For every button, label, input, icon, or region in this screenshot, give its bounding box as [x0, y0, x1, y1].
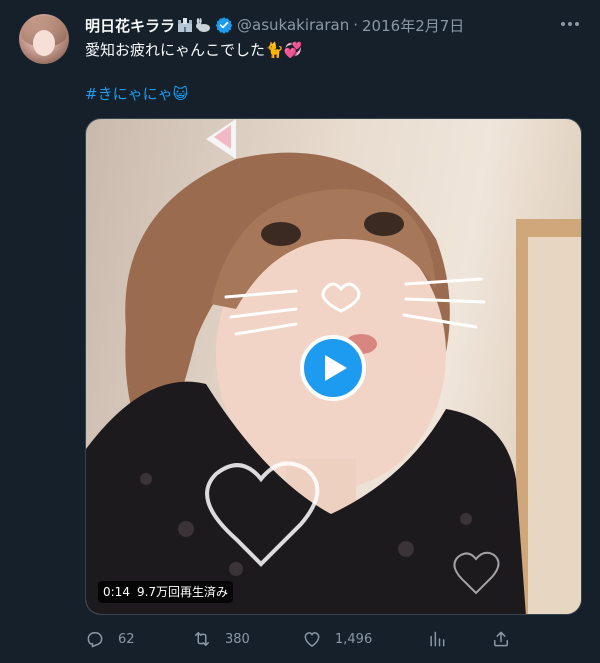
separator-dot: ·	[353, 16, 359, 34]
verified-icon	[215, 17, 233, 34]
video-duration: 0:14	[98, 581, 133, 603]
retweet-icon	[195, 632, 209, 646]
video-views: 9.7万回再生済み	[132, 581, 234, 603]
analytics-icon	[430, 631, 445, 647]
hashtag-link[interactable]: #きにゃにゃ😺	[85, 84, 188, 104]
play-icon	[325, 355, 347, 381]
castle-icon	[178, 18, 193, 32]
like-count: 1,496	[335, 631, 373, 647]
like-button[interactable]: 1,496	[302, 628, 372, 650]
share-button[interactable]	[491, 628, 511, 650]
rabbit-icon	[196, 18, 211, 32]
avatar-face	[33, 30, 55, 56]
tweet-card[interactable]: 明日花キララ @asukakiraran · 2016年2月7日 愛知お疲れにゃ…	[0, 0, 600, 663]
tweet-date[interactable]: 2016年2月7日	[362, 15, 464, 36]
action-bar: 62 380 1,496	[85, 628, 515, 650]
like-icon	[304, 632, 320, 647]
more-icon[interactable]	[558, 14, 582, 34]
retweet-count: 380	[225, 631, 250, 647]
reply-icon	[87, 632, 103, 648]
reply-count: 62	[118, 631, 135, 647]
video-player[interactable]: 0:14 9.7万回再生済み	[85, 118, 582, 615]
reply-button[interactable]: 62	[85, 628, 135, 650]
tweet-text-line1: 愛知お疲れにゃんこでした🐈💞	[85, 41, 303, 59]
play-button[interactable]	[300, 335, 366, 401]
tweet-header: 明日花キララ @asukakiraran · 2016年2月7日	[85, 14, 464, 36]
retweet-button[interactable]: 380	[192, 628, 250, 650]
avatar[interactable]	[19, 14, 69, 64]
video-info: 0:14 9.7万回再生済み	[98, 581, 234, 603]
author-name[interactable]: 明日花キララ	[85, 15, 175, 36]
share-icon	[494, 631, 508, 647]
author-handle[interactable]: @asukakiraran	[237, 16, 349, 34]
analytics-button[interactable]	[427, 628, 447, 650]
